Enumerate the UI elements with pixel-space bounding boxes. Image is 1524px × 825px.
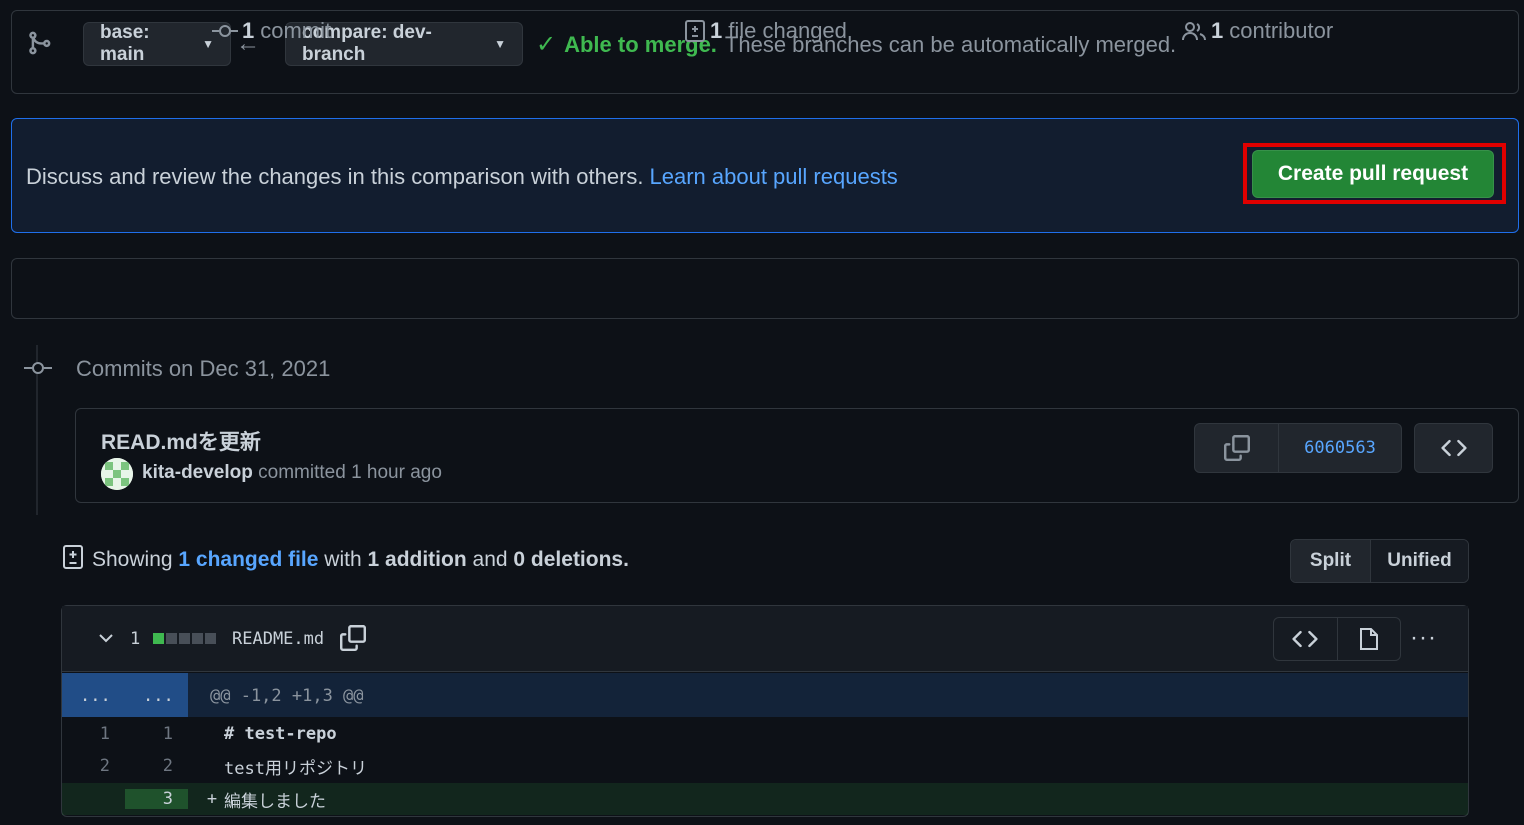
and-label: and bbox=[472, 548, 508, 571]
files-changed-link[interactable]: 1 file changed bbox=[684, 18, 847, 44]
commit-sha-group: 6060563 bbox=[1194, 423, 1402, 473]
line-content: test用リポジトリ bbox=[224, 758, 367, 779]
file-diff-icon bbox=[685, 20, 705, 42]
file-icon bbox=[1359, 628, 1378, 650]
new-line-number[interactable]: 2 bbox=[125, 756, 188, 776]
commit-icon bbox=[212, 25, 238, 37]
diffstat-neutral-block bbox=[179, 633, 190, 644]
code-icon bbox=[1292, 630, 1318, 648]
files-label: file changed bbox=[728, 18, 847, 43]
view-rich-diff-button[interactable] bbox=[1338, 618, 1401, 660]
view-source-button[interactable] bbox=[1274, 618, 1338, 660]
commit-title-link[interactable]: READ.mdを更新 bbox=[101, 426, 261, 456]
code-icon bbox=[1440, 439, 1467, 457]
diffstat-neutral-block bbox=[166, 633, 177, 644]
kebab-menu-icon[interactable]: ··· bbox=[1410, 624, 1437, 652]
diff-marker: + bbox=[206, 789, 218, 809]
diff-line: 1 1 # test-repo bbox=[62, 718, 1468, 750]
learn-pull-requests-link[interactable]: Learn about pull requests bbox=[650, 164, 898, 189]
hunk-gutter-left: ... bbox=[80, 686, 111, 706]
diffstat-count: 1 bbox=[130, 629, 141, 649]
line-content: 編集しました bbox=[224, 791, 326, 812]
avatar[interactable] bbox=[101, 458, 133, 490]
commit-icon bbox=[24, 362, 52, 374]
diffstat-neutral-block bbox=[205, 633, 216, 644]
deletions-count: 0 deletions bbox=[513, 548, 624, 571]
diffstat-added-block bbox=[153, 633, 164, 644]
browse-repo-button[interactable] bbox=[1414, 423, 1493, 473]
file-diff-icon bbox=[63, 545, 83, 569]
hunk-header: @@ -1,2 +1,3 @@ bbox=[210, 686, 364, 706]
with-label: with bbox=[324, 548, 362, 571]
diff-view-toggle: Split Unified bbox=[1290, 539, 1469, 583]
create-pull-request-button[interactable]: Create pull request bbox=[1252, 150, 1494, 198]
showing-label: Showing bbox=[92, 548, 173, 571]
commits-count-link[interactable]: 1 commit bbox=[212, 18, 331, 44]
copy-icon bbox=[1223, 435, 1250, 461]
diff-line: 2 2 test用リポジトリ bbox=[62, 750, 1468, 782]
chevron-down-icon[interactable] bbox=[96, 628, 116, 648]
file-view-buttons bbox=[1273, 617, 1401, 661]
diff-line-added: 3 + 編集しました bbox=[62, 783, 1468, 815]
check-icon: ✓ bbox=[536, 31, 557, 58]
commits-count: 1 bbox=[242, 18, 255, 43]
commit-action: committed 1 hour ago bbox=[258, 462, 442, 483]
files-count: 1 bbox=[710, 18, 723, 43]
people-icon bbox=[1182, 22, 1206, 41]
commit-sha-link[interactable]: 6060563 bbox=[1279, 424, 1401, 472]
copy-icon[interactable] bbox=[340, 624, 366, 652]
diffstat-neutral-block bbox=[192, 633, 203, 644]
base-branch-dropdown[interactable]: base: main ▼ bbox=[83, 22, 231, 66]
caret-down-icon: ▼ bbox=[494, 37, 506, 51]
unified-view-button[interactable]: Unified bbox=[1371, 540, 1468, 582]
contributors-count: 1 bbox=[1211, 18, 1224, 43]
old-line-number[interactable]: 1 bbox=[62, 724, 125, 744]
contributors-label: contributor bbox=[1229, 18, 1334, 43]
commits-label: commit bbox=[260, 18, 332, 43]
commits-date-heading: Commits on Dec 31, 2021 bbox=[76, 356, 331, 381]
pr-prompt-message: Discuss and review the changes in this c… bbox=[26, 164, 644, 189]
old-line-number[interactable]: 2 bbox=[62, 756, 125, 776]
commit-author-link[interactable]: kita-develop bbox=[142, 462, 253, 483]
base-branch-label: base: main bbox=[100, 22, 150, 65]
diffstat-bar bbox=[153, 633, 216, 644]
changed-files-link[interactable]: 1 changed file bbox=[178, 548, 318, 571]
diff-summary-text: Showing 1 changed file with 1 addition a… bbox=[92, 548, 629, 572]
contributors-link[interactable]: 1 contributor bbox=[1181, 18, 1333, 44]
summary-period: . bbox=[623, 548, 629, 571]
copy-sha-button[interactable] bbox=[1195, 424, 1279, 472]
pr-prompt-text: Discuss and review the changes in this c… bbox=[26, 164, 898, 190]
split-view-button[interactable]: Split bbox=[1291, 540, 1371, 582]
file-name-link[interactable]: README.md bbox=[232, 629, 324, 649]
additions-count: 1 addition bbox=[367, 548, 467, 571]
compare-arrows-icon bbox=[29, 31, 51, 55]
commit-meta: kita-develop committed 1 hour ago bbox=[142, 462, 442, 484]
merge-status: ✓ Able to merge. These branches can be a… bbox=[536, 30, 1176, 59]
comparison-summary-bar bbox=[11, 258, 1519, 319]
new-line-number[interactable]: 3 bbox=[125, 789, 188, 809]
new-line-number[interactable]: 1 bbox=[125, 724, 188, 744]
line-content: # test-repo bbox=[224, 724, 337, 744]
hunk-gutter-right: ... bbox=[143, 686, 174, 706]
